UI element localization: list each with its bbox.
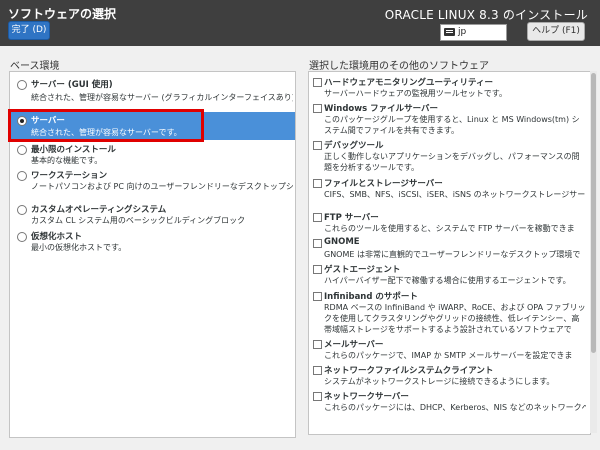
addon-desc: システムがネットワークストレージに接続できるようにします。 <box>324 377 555 386</box>
base-env-label: ベース環境 <box>10 61 60 72</box>
env-item-desc: ノートパソコンおよび PC 向けのユーザーフレンドリーなデスクトップシス <box>31 182 293 191</box>
addon-desc: サーバーハードウェアの監視用ツールセットです。 <box>324 89 507 98</box>
addon-checkbox[interactable] <box>313 392 322 401</box>
addon-desc: CIFS、SMB、NFS、iSCSI、iSER、iSNS のネットワークストレー… <box>324 190 586 199</box>
addon-desc: これらのパッケージには、DHCP、Kerberos、NIS などのネットワークベ… <box>324 403 586 412</box>
addon-title: Infiniband のサポート <box>324 292 418 302</box>
addon-title: FTP サーバー <box>324 213 379 223</box>
keyboard-layout-indicator[interactable]: jp <box>440 24 507 41</box>
page-title: ソフトウェアの選択 <box>8 7 117 21</box>
addon-checkbox[interactable] <box>313 292 322 301</box>
keyboard-layout-label: jp <box>458 27 467 37</box>
scrollbar-thumb[interactable] <box>591 73 596 353</box>
addon-title: GNOME <box>324 237 360 247</box>
radio-button[interactable] <box>17 205 27 215</box>
env-item-custom-os[interactable]: カスタムオペレーティングシステム カスタム CL システム用のベーシックビルディ… <box>10 202 295 228</box>
addon-title: Windows ファイルサーバー <box>324 104 439 114</box>
addon-checkbox[interactable] <box>313 265 322 274</box>
radio-button[interactable] <box>17 116 27 126</box>
addon-checkbox[interactable] <box>313 78 322 87</box>
keyboard-icon <box>444 28 455 36</box>
env-item-server[interactable]: サーバー 統合された、管理が容易なサーバーです。 <box>10 112 295 140</box>
addon-desc: 正しく動作しないアプリケーションをデバッグし、パフォーマンスの問題を分析するツー… <box>324 152 580 172</box>
env-item-title: 最小限のインストール <box>31 145 116 155</box>
env-item-server-gui[interactable]: サーバー (GUI 使用) 統合された、管理が容易なサーバー (グラフィカルイン… <box>10 76 295 110</box>
radio-button[interactable] <box>17 80 27 90</box>
addon-checkbox[interactable] <box>313 104 322 113</box>
env-item-desc: 最小の仮想化ホストです。 <box>31 243 127 252</box>
radio-button[interactable] <box>17 171 27 181</box>
addon-desc: このパッケージグループを使用すると、Linux と MS Windows(tm)… <box>324 115 580 135</box>
addon-title: ネットワークサーバー <box>324 392 409 402</box>
addon-checkbox[interactable] <box>313 340 322 349</box>
radio-button[interactable] <box>17 145 27 155</box>
env-item-desc: 統合された、管理が容易なサーバーです。 <box>31 128 182 137</box>
env-item-desc: 基本的な機能です。 <box>31 156 103 165</box>
addon-desc: GNOME は非常に直観的でユーザーフレンドリーなデスクトップ環境です。 <box>324 250 581 259</box>
addons-label: 選択した環境用のその他のソフトウェア <box>309 61 489 72</box>
addon-desc: ハイパーバイザー配下で稼働する場合に使用するエージェントです。 <box>324 276 571 285</box>
addon-desc: RDMA ベースの InfiniBand や iWARP、RoCE、および OP… <box>324 303 586 334</box>
env-item-minimal[interactable]: 最小限のインストール 基本的な機能です。 <box>10 142 295 168</box>
addon-title: ゲストエージェント <box>324 265 401 275</box>
addon-title: ファイルとストレージサーバー <box>324 179 443 189</box>
addon-checkbox[interactable] <box>313 213 322 222</box>
addon-title: ハードウェアモニタリングユーティリティー <box>324 78 493 88</box>
done-button[interactable]: 完了 (D) <box>8 21 50 40</box>
addon-desc: これらのツールを使用すると、システムで FTP サーバーを稼動できます。 <box>324 224 575 233</box>
addon-title: メールサーバー <box>324 340 384 350</box>
env-item-desc: 統合された、管理が容易なサーバー (グラフィカルインターフェイスあり) で <box>31 93 293 102</box>
product-title: ORACLE LINUX 8.3 のインストール <box>384 8 588 22</box>
env-item-virtualization-host[interactable]: 仮想化ホスト 最小の仮想化ホストです。 <box>10 229 295 255</box>
addon-checkbox[interactable] <box>313 141 322 150</box>
addon-checkbox[interactable] <box>313 179 322 188</box>
env-item-title: 仮想化ホスト <box>31 232 83 242</box>
env-item-title: ワークステーション <box>31 171 108 181</box>
base-env-list: サーバー (GUI 使用) 統合された、管理が容易なサーバー (グラフィカルイン… <box>9 71 296 438</box>
addon-checkbox[interactable] <box>313 366 322 375</box>
addons-scrollbar[interactable] <box>590 71 597 433</box>
radio-button[interactable] <box>17 232 27 242</box>
env-item-title: カスタムオペレーティングシステム <box>31 205 167 215</box>
env-item-desc: カスタム CL システム用のベーシックビルディングブロック <box>31 216 246 225</box>
addons-list: ハードウェアモニタリングユーティリティー サーバーハードウェアの監視用ツールセッ… <box>308 71 591 435</box>
addon-title: ネットワークファイルシステムクライアント <box>324 366 494 376</box>
addon-title: デバッグツール <box>324 141 384 151</box>
env-item-title: サーバー (GUI 使用) <box>31 80 113 90</box>
env-item-title: サーバー <box>31 116 65 126</box>
addon-desc: これらのパッケージで、IMAP か SMTP メールサーバーを設定できます。 <box>324 351 573 360</box>
header-bar: ソフトウェアの選択 完了 (D) ORACLE LINUX 8.3 のインストー… <box>0 0 600 46</box>
addon-checkbox[interactable] <box>313 239 322 248</box>
help-button[interactable]: ヘルプ (F1) <box>527 22 585 41</box>
env-item-workstation[interactable]: ワークステーション ノートパソコンおよび PC 向けのユーザーフレンドリーなデス… <box>10 168 295 194</box>
